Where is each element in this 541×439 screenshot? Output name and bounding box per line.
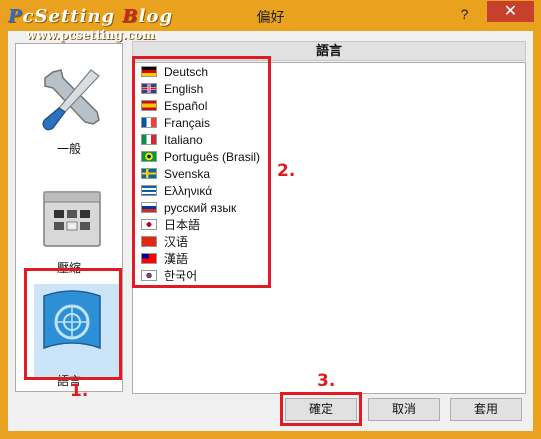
apply-button[interactable]: 套用 <box>450 398 522 421</box>
archive-icon <box>43 191 101 247</box>
annotation-label-2: 2. <box>277 161 296 181</box>
annotation-label-3: 3. <box>317 371 336 391</box>
title-bar: PcSetting Blog 偏好 ? ✕ <box>0 0 541 31</box>
dialog-client: 一般 壓縮 語言 1. 語言 Deutsch English Español F… <box>8 31 533 431</box>
nav-item-compression[interactable]: 壓縮 <box>16 162 122 282</box>
annotation-box-1 <box>24 268 122 380</box>
close-button[interactable]: ✕ <box>487 1 534 22</box>
annotation-box-2 <box>132 56 271 288</box>
annotation-box-3 <box>280 392 362 426</box>
cancel-button[interactable]: 取消 <box>368 398 440 421</box>
nav-label-general: 一般 <box>56 142 81 156</box>
nav-item-general[interactable]: 一般 <box>16 44 122 162</box>
help-button[interactable]: ? <box>447 3 482 25</box>
annotation-label-1: 1. <box>70 381 89 401</box>
wrench-screwdriver-icon <box>42 69 100 131</box>
watermark-url: www.pcsetting.com <box>26 28 155 42</box>
